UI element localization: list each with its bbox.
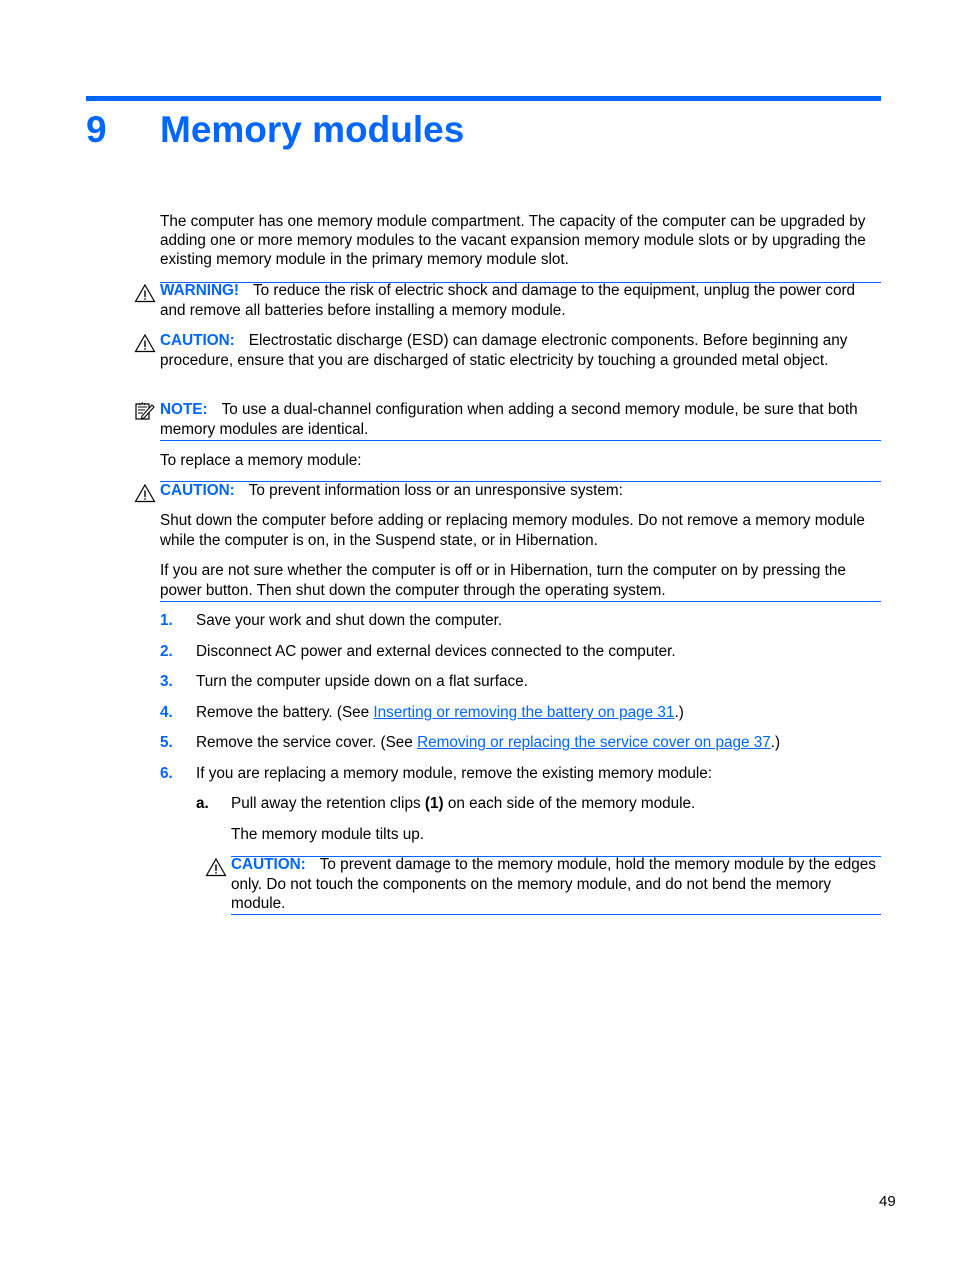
step-6: 6. If you are replacing a memory module, …: [160, 764, 712, 783]
caution-esd-notice: CAUTION: Electrostatic discharge (ESD) ca…: [134, 331, 881, 370]
caution-label: CAUTION:: [160, 332, 235, 349]
divider: [160, 601, 881, 602]
note-notice: NOTE: To use a dual-channel configuration…: [135, 400, 881, 439]
warning-triangle-icon: [134, 333, 156, 353]
substep-letter: a.: [196, 795, 209, 812]
step-2: 2. Disconnect AC power and external devic…: [160, 642, 676, 661]
step-number: 4.: [160, 704, 173, 721]
step-number: 3.: [160, 673, 173, 690]
caution-label: CAUTION:: [160, 482, 235, 499]
step-1: 1. Save your work and shut down the compu…: [160, 611, 502, 630]
substep-a: a. Pull away the retention clips (1) on e…: [196, 794, 695, 813]
note-pencil-icon: [135, 401, 155, 420]
chapter-title: Memory modules: [160, 109, 465, 150]
step-text: Save your work and shut down the compute…: [196, 612, 503, 629]
caution-loss-para-2: If you are not sure whether the computer…: [160, 562, 846, 599]
step-text-end: .): [770, 734, 781, 751]
step-number: 2.: [160, 643, 173, 660]
service-cover-page-link[interactable]: Removing or replacing the service cover …: [417, 734, 771, 751]
step-number: 1.: [160, 612, 173, 629]
warning-triangle-icon: [134, 283, 156, 303]
caution-text: Electrostatic discharge (ESD) can damage…: [160, 332, 848, 369]
step-3: 3. Turn the computer upside down on a fla…: [160, 672, 528, 691]
chapter-heading: 9 Memory modules: [86, 104, 464, 156]
warning-notice: WARNING! To reduce the risk of electric s…: [134, 281, 881, 320]
step-text: Remove the service cover. (See: [196, 734, 418, 751]
replace-intro: To replace a memory module:: [160, 452, 362, 469]
caution-loss-notice: CAUTION: To prevent information loss or a…: [134, 481, 881, 503]
step-text: Remove the battery. (See: [196, 704, 374, 721]
substep-result: The memory module tilts up.: [231, 826, 424, 843]
warning-triangle-icon: [134, 483, 156, 503]
caution-damage-notice: CAUTION: To prevent damage to the memory …: [205, 855, 881, 914]
step-text-end: .): [674, 704, 684, 721]
intro-paragraph: The computer has one memory module compa…: [160, 213, 866, 269]
divider: [160, 440, 881, 441]
caution-loss-para-1: Shut down the computer before adding or …: [160, 512, 865, 549]
warning-text: To reduce the risk of electric shock and…: [160, 282, 856, 319]
caution-text: To prevent information loss or an unresp…: [248, 482, 623, 499]
substep-text-end: on each side of the memory module.: [443, 795, 696, 812]
step-4: 4. Remove the battery. (See Inserting or …: [160, 703, 684, 722]
step-number: 5.: [160, 734, 173, 751]
note-label: NOTE:: [160, 401, 208, 418]
substep-text: Pull away the retention clips: [231, 795, 425, 812]
page-number: 49: [879, 1193, 896, 1210]
chapter-rule: [86, 96, 881, 101]
step-text: If you are replacing a memory module, re…: [196, 765, 713, 782]
warning-triangle-icon: [205, 857, 227, 877]
step-number: 6.: [160, 765, 173, 782]
step-text: Turn the computer upside down on a flat …: [196, 673, 528, 690]
caution-label: CAUTION:: [231, 856, 306, 873]
divider: [231, 914, 881, 915]
callout-number: (1): [424, 795, 444, 812]
chapter-number: 9: [86, 109, 107, 150]
caution-text: To prevent damage to the memory module, …: [231, 856, 876, 913]
note-text: To use a dual-channel configuration when…: [160, 401, 858, 438]
battery-page-link[interactable]: Inserting or removing the battery on pag…: [373, 704, 674, 721]
step-5: 5. Remove the service cover. (See Removin…: [160, 733, 780, 752]
warning-label: WARNING!: [160, 282, 240, 299]
step-text: Disconnect AC power and external devices…: [196, 643, 676, 660]
